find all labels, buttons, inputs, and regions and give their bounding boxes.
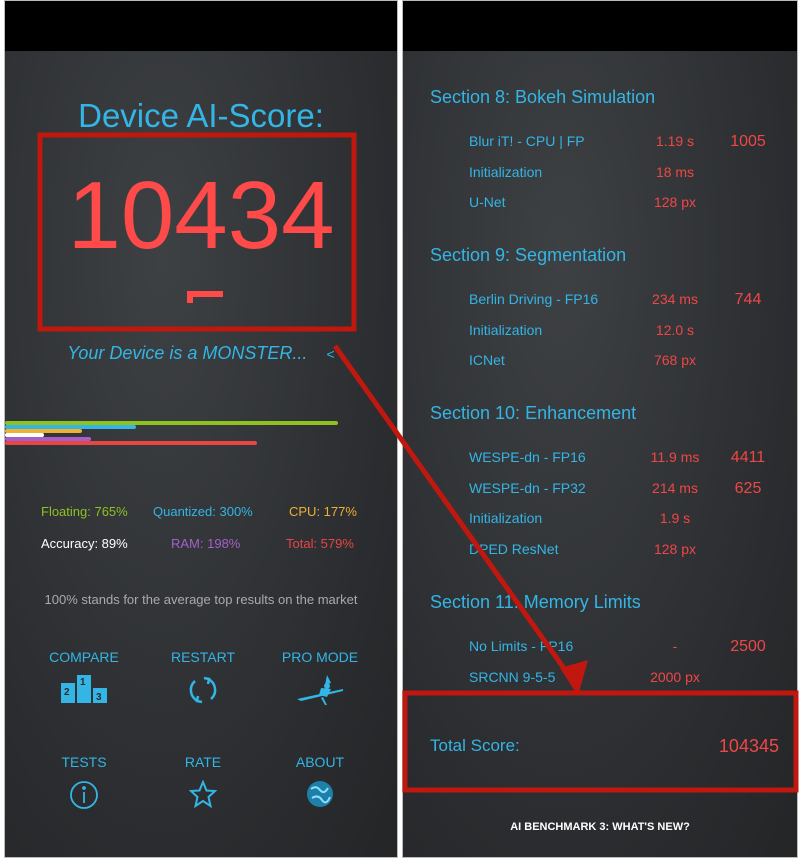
test-value: 18 ms — [655, 163, 695, 180]
test-name: SRCNN 9-5-5 — [469, 668, 556, 685]
verdict-text: Your Device is a MONSTER... — [67, 343, 308, 363]
stat-cpu: CPU: 177% — [289, 504, 357, 519]
page-title: Device AI-Score: — [78, 97, 324, 134]
result-row: WESPE-dn - FP32 214 ms 625 — [403, 480, 797, 500]
bar-ram — [5, 437, 92, 441]
test-name: Initialization — [469, 163, 543, 180]
stat-quantized: Quantized: 300% — [153, 504, 253, 519]
test-score: 625 — [734, 479, 762, 497]
result-row: WESPE-dn - FP16 11.9 ms 4411 — [403, 449, 797, 469]
result-row: DPED ResNet 128 px — [403, 541, 797, 561]
result-row: Initialization 1.9 s — [403, 510, 797, 530]
button-label: TESTS — [61, 754, 107, 770]
button-label: PRO MODE — [281, 649, 359, 665]
test-score: 2500 — [730, 638, 766, 655]
about-button[interactable]: ABOUT — [265, 754, 375, 808]
results-screen: Device AI-Score: 10434 Your Device is a … — [4, 0, 398, 858]
test-value: 214 ms — [652, 479, 698, 496]
svg-text:2: 2 — [64, 687, 70, 698]
test-value: 1.9 s — [659, 510, 691, 526]
button-label: COMPARE — [49, 649, 119, 665]
share-icon[interactable]: < — [326, 346, 334, 362]
restart-button[interactable]: RESTART — [148, 649, 258, 705]
ai-score: 10434 — [67, 162, 335, 269]
result-row: No Limits - FP16 - 2500 — [403, 638, 797, 658]
test-name: DPED ResNet — [469, 540, 559, 557]
result-row: Blur iT! - CPU | FP 1.19 s 1005 — [403, 133, 797, 153]
test-value: 2000 px — [650, 668, 700, 685]
pro-mode-button[interactable]: PRO MODE — [265, 649, 375, 705]
test-name: No Limits - FP16 — [469, 638, 574, 654]
section-title: Section 9: Segmentation — [430, 245, 627, 265]
test-name: Initialization — [469, 510, 543, 526]
stat-ram: RAM: 198% — [171, 536, 241, 551]
result-row: SRCNN 9-5-5 2000 px — [403, 669, 797, 689]
test-value: 768 px — [653, 352, 697, 368]
test-value: - — [672, 638, 678, 654]
device-verdict: Your Device is a MONSTER... < — [5, 343, 397, 364]
podium-icon: 213 — [29, 675, 139, 703]
section-title: Section 10: Enhancement — [430, 403, 637, 423]
result-row: Initialization 12.0 s — [403, 322, 797, 342]
stat-total: Total: 579% — [286, 536, 354, 551]
info-icon — [29, 780, 139, 810]
test-value: 128 px — [653, 194, 697, 210]
result-row: ICNet 768 px — [403, 352, 797, 372]
total-score-label: Total Score: — [430, 736, 520, 755]
button-label: RATE — [184, 754, 222, 770]
svg-text:3: 3 — [96, 692, 102, 703]
button-label: ABOUT — [295, 754, 345, 770]
status-bar — [5, 1, 397, 51]
detailed-results: Section 8: Bokeh Simulation Blur iT! - CP… — [402, 0, 798, 858]
section-title: Section 8: Bokeh Simulation — [430, 87, 656, 107]
test-name: WESPE-dn - FP32 — [469, 479, 586, 496]
score-cursor-stem — [187, 291, 193, 303]
bar-floating — [5, 421, 338, 425]
test-score: 4411 — [730, 449, 766, 466]
svg-text:1: 1 — [80, 677, 86, 688]
witch-icon — [265, 675, 375, 705]
bar-quantized — [5, 425, 136, 429]
result-row: Berlin Driving - FP16 234 ms 744 — [403, 291, 797, 311]
bar-total — [5, 441, 258, 445]
test-score: 744 — [734, 291, 762, 308]
test-name: WESPE-dn - FP16 — [469, 449, 586, 465]
test-value: 1.19 s — [655, 133, 695, 149]
rate-button[interactable]: RATE — [148, 754, 258, 808]
test-value: 128 px — [653, 540, 697, 557]
test-name: Berlin Driving - FP16 — [469, 291, 599, 307]
result-row: Initialization 18 ms — [403, 164, 797, 184]
test-name: U-Net — [469, 194, 506, 210]
bar-cpu — [5, 429, 83, 433]
result-row: U-Net 128 px — [403, 194, 797, 214]
test-name: Blur iT! - CPU | FP — [469, 133, 585, 149]
footnote: 100% stands for the average top results … — [44, 592, 358, 607]
test-name: ICNet — [469, 352, 505, 368]
stat-floating: Floating: 765% — [41, 504, 128, 519]
stat-accuracy: Accuracy: 89% — [41, 536, 128, 551]
refresh-icon — [148, 675, 258, 705]
total-score-value: 104345 — [718, 736, 779, 756]
test-value: 234 ms — [652, 291, 698, 307]
test-name: Initialization — [469, 321, 543, 338]
button-label: RESTART — [170, 649, 236, 665]
whats-new-link[interactable]: AI BENCHMARK 3: WHAT'S NEW? — [403, 821, 797, 833]
globe-icon — [265, 780, 375, 808]
section-title: Section 11: Memory Limits — [430, 592, 641, 612]
tests-button[interactable]: TESTS — [29, 754, 139, 810]
status-bar — [403, 1, 797, 51]
star-icon — [148, 780, 258, 808]
compare-button[interactable]: COMPARE 2 1 3 — [29, 649, 139, 703]
bar-accuracy — [5, 433, 44, 437]
test-value: 12.0 s — [655, 321, 695, 338]
test-value: 11.9 ms — [650, 449, 700, 465]
test-score: 1005 — [730, 133, 766, 150]
